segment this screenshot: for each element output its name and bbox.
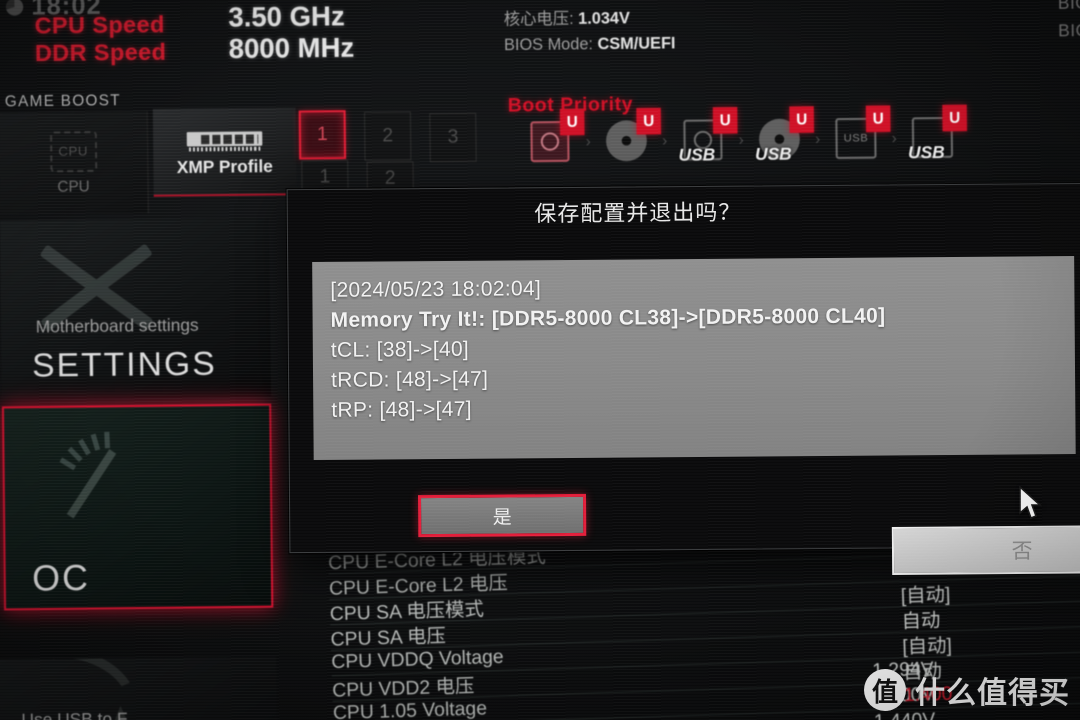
uefi-badge-icon: U bbox=[559, 108, 585, 136]
uefi-badge-icon: U bbox=[712, 107, 738, 134]
oc-title: OC bbox=[32, 558, 91, 599]
boot-device-usb-hdd[interactable]: USB U bbox=[672, 107, 738, 165]
cpu-speed-value: 3.50 GHz bbox=[228, 0, 345, 33]
xmp-profile-button-1[interactable]: 1 bbox=[298, 110, 347, 160]
boot-device-usb-cd[interactable]: USB U bbox=[749, 106, 815, 164]
yes-button-label: 是 bbox=[492, 506, 512, 529]
clock-icon bbox=[5, 0, 24, 16]
no-button-label: 否 bbox=[1011, 539, 1033, 564]
xmp-profile-caption: XMP Profile bbox=[176, 156, 273, 177]
core-voltage-value: 1.034V bbox=[578, 10, 630, 29]
settings-row-value: 自动 bbox=[901, 609, 941, 633]
watermark-text: 什么值得买 bbox=[915, 677, 1070, 710]
bios-mode-label: BIOS Mode: bbox=[503, 36, 594, 55]
uefi-badge-icon: U bbox=[942, 104, 968, 132]
dialog-log-line: tRP: [48]->[47] bbox=[331, 397, 472, 422]
settings-subtitle: Motherboard settings bbox=[35, 315, 199, 337]
dialog-log-panel: [2024/05/23 18:02:04] Memory Try It!: [DD… bbox=[312, 256, 1076, 460]
sidebar-item-mflash[interactable]: Use USB to F bbox=[0, 656, 277, 720]
boot-device-cd[interactable]: U bbox=[596, 107, 662, 166]
mflash-caption: Use USB to F bbox=[21, 709, 128, 720]
bios-mode-row: BIOS Mode: CSM/UEFI bbox=[504, 31, 676, 58]
sidebar-item-oc[interactable]: OC bbox=[1, 403, 274, 611]
ram-module-icon bbox=[186, 125, 263, 151]
uefi-badge-icon: U bbox=[789, 106, 815, 133]
boot-arrow-icon: › bbox=[585, 132, 591, 150]
game-boost-label: GAME BOOST bbox=[4, 92, 122, 111]
xmp-profile-button-2[interactable]: 2 bbox=[363, 111, 412, 161]
xmp-profile-button-3[interactable]: 3 bbox=[429, 112, 477, 163]
settings-title: SETTINGS bbox=[31, 344, 217, 384]
core-voltage-label: 核心电压: bbox=[503, 10, 574, 29]
xmp-profile-2b-label: 2 bbox=[384, 167, 396, 190]
usb-label: USB bbox=[678, 144, 716, 165]
cpu-chip-text: CPU bbox=[58, 143, 89, 159]
ddr-speed-label: DDR Speed bbox=[34, 38, 167, 67]
speed-labels: CPU Speed DDR Speed bbox=[34, 11, 166, 67]
save-and-exit-dialog: 保存配置并退出吗？ [2024/05/23 18:02:04] Memory Tr… bbox=[286, 182, 1080, 554]
sidebar-item-settings[interactable]: Motherboard settings SETTINGS bbox=[0, 217, 272, 400]
boot-arrow-icon: › bbox=[891, 129, 897, 147]
watermark: 值 什么值得买 bbox=[864, 668, 1070, 712]
boot-device-usb-key[interactable]: USB U bbox=[825, 105, 891, 164]
gauge-icon bbox=[27, 427, 191, 551]
game-boost-tile[interactable]: CPU CPU bbox=[0, 111, 149, 215]
usb-label: USB bbox=[755, 144, 792, 164]
bios-right-line-1: BIOS bbox=[1057, 0, 1080, 13]
core-voltage-row: 核心电压: 1.034V bbox=[504, 6, 676, 33]
xmp-profile-1-label: 1 bbox=[316, 123, 328, 146]
ddr-speed-value: 8000 MHz bbox=[228, 32, 355, 65]
bios-info-right: BIOS BIOS bbox=[1058, 0, 1080, 44]
dialog-title: 保存配置并退出吗？ bbox=[534, 199, 742, 227]
boot-arrow-icon: › bbox=[738, 130, 744, 149]
game-boost-caption: CPU bbox=[57, 177, 90, 196]
boot-device-usb-floppy[interactable]: USB U bbox=[902, 104, 968, 163]
usb-label: USB bbox=[908, 142, 945, 163]
boot-arrow-icon: › bbox=[815, 130, 821, 148]
xmp-profile-1b-label: 1 bbox=[319, 166, 331, 188]
boot-priority-row[interactable]: U › U › USB U › USB U › USB U › USB U bbox=[519, 104, 968, 167]
uefi-badge-icon: U bbox=[865, 105, 891, 133]
mouse-pointer bbox=[1019, 486, 1043, 520]
bios-right-line-2: BIOS bbox=[1058, 20, 1080, 41]
bios-info: 核心电压: 1.034V BIOS Mode: CSM/UEFI bbox=[504, 6, 676, 59]
boot-arrow-icon: › bbox=[662, 131, 668, 150]
bios-mode-value: CSM/UEFI bbox=[597, 35, 676, 54]
settings-row-value: [自动] bbox=[900, 583, 951, 607]
boot-device-hdd[interactable]: U bbox=[519, 108, 585, 167]
cpu-speed-label: CPU Speed bbox=[34, 10, 165, 39]
uefi-badge-icon: U bbox=[636, 107, 662, 135]
xmp-profile-3-label: 3 bbox=[447, 126, 459, 148]
speed-values: 3.50 GHz 8000 MHz bbox=[228, 1, 354, 66]
xmp-profile-2-label: 2 bbox=[382, 124, 394, 147]
settings-row-value: [自动] bbox=[902, 634, 953, 658]
watermark-logo: 值 bbox=[864, 669, 906, 711]
cpu-chip-icon: CPU bbox=[49, 130, 97, 172]
xmp-profile-tile[interactable]: XMP Profile bbox=[152, 107, 297, 197]
no-button[interactable]: 否 bbox=[891, 524, 1080, 576]
usb-label: USB bbox=[843, 132, 869, 145]
yes-button[interactable]: 是 bbox=[417, 493, 587, 538]
